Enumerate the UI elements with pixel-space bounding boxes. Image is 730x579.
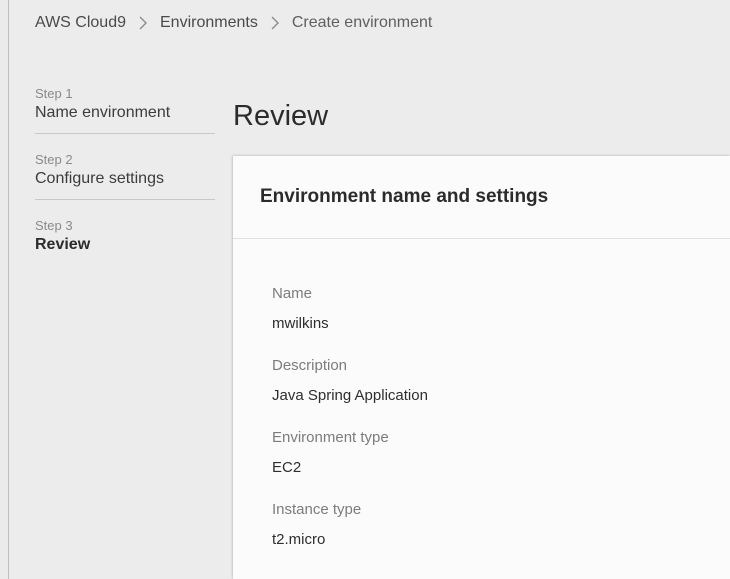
- field-value: Java Spring Application: [272, 387, 428, 404]
- step-number: Step 2: [35, 152, 73, 167]
- section-title: Environment name and settings: [260, 186, 549, 207]
- chevron-right-icon: [258, 16, 292, 30]
- field-environment-type: Environment type EC2: [272, 427, 730, 479]
- field-value: mwilkins: [272, 315, 329, 332]
- chevron-right-icon: [126, 16, 160, 30]
- step-number: Step 1: [35, 86, 73, 101]
- breadcrumb-link-environments[interactable]: Environments: [160, 14, 258, 32]
- step-number: Step 3: [35, 218, 73, 233]
- field-instance-type: Instance type t2.micro: [272, 499, 730, 551]
- page-title: Review: [233, 100, 329, 132]
- field-label: Name: [272, 285, 313, 302]
- field-label: Instance type: [272, 501, 362, 518]
- step-name-active: Review: [35, 236, 91, 253]
- field-label: Description: [272, 357, 348, 374]
- environment-settings-panel: Environment name and settings Name mwilk…: [233, 156, 730, 579]
- panel-body: Name mwilkins Description Java Spring Ap…: [233, 239, 730, 551]
- field-label: Environment type: [272, 429, 389, 446]
- panel-header: Environment name and settings: [233, 156, 730, 239]
- breadcrumb-link-aws-cloud9[interactable]: AWS Cloud9: [35, 14, 126, 32]
- breadcrumb: AWS Cloud9 Environments Create environme…: [35, 11, 432, 35]
- wizard-step-3: Step 3 Review: [35, 218, 215, 265]
- step-name: Name environment: [35, 104, 171, 121]
- wizard-step-1[interactable]: Step 1 Name environment: [35, 86, 215, 134]
- field-name: Name mwilkins: [272, 283, 730, 335]
- field-value: EC2: [272, 459, 302, 476]
- field-description: Description Java Spring Application: [272, 355, 730, 407]
- field-value: t2.micro: [272, 531, 326, 548]
- step-name: Configure settings: [35, 170, 164, 187]
- wizard-step-2[interactable]: Step 2 Configure settings: [35, 152, 215, 200]
- wizard-steps: Step 1 Name environment Step 2 Configure…: [35, 86, 215, 283]
- breadcrumb-current-create-environment: Create environment: [291, 14, 433, 31]
